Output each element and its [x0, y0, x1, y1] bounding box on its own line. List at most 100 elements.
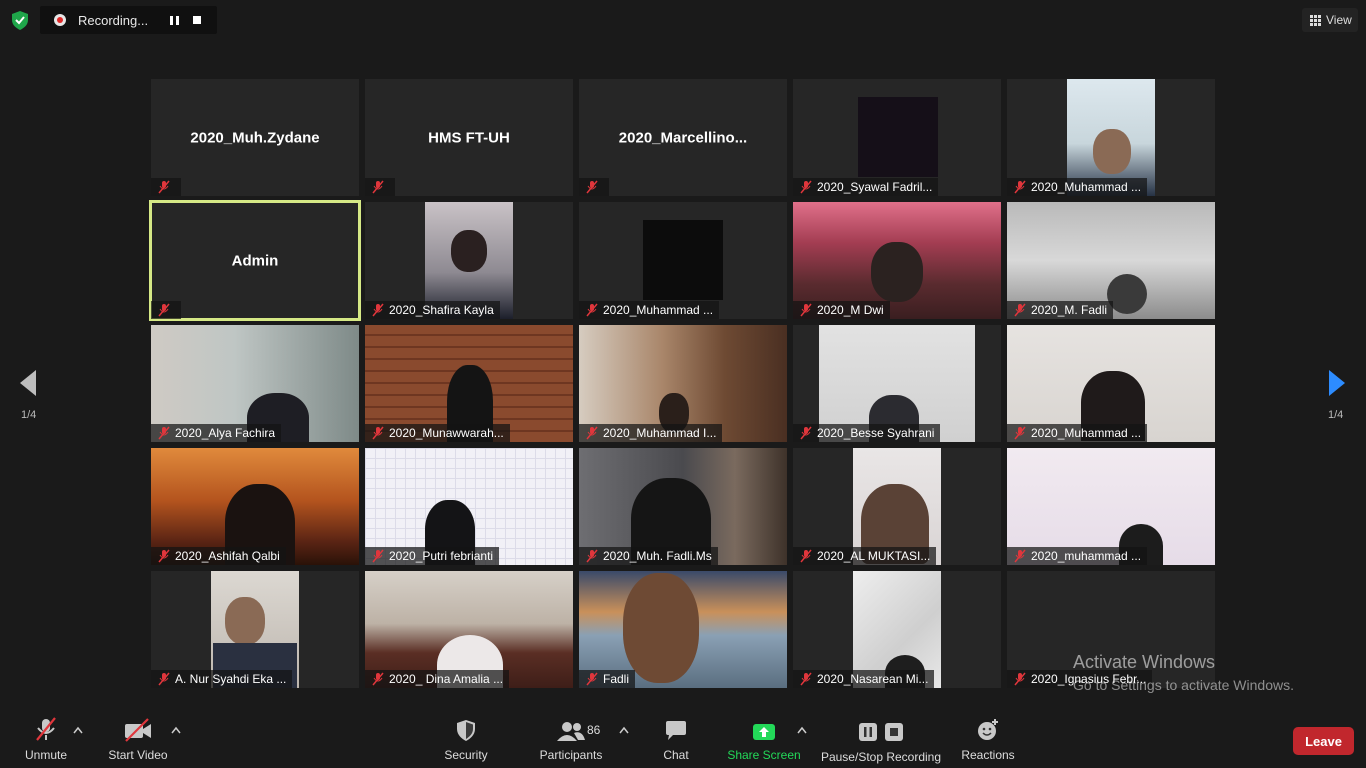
participant-name-tag: 2020_Besse Syahrani	[793, 424, 941, 442]
participant-tile[interactable]: 2020_Muhammad ...	[1007, 79, 1215, 196]
pause-recording-icon[interactable]	[167, 13, 181, 27]
participant-tile[interactable]: 2020_Munawwarah...	[365, 325, 573, 442]
muted-mic-icon	[158, 426, 170, 440]
chevron-up-icon[interactable]	[619, 726, 629, 734]
view-button[interactable]: View	[1302, 8, 1358, 32]
participant-center-name: 2020_Muh.Zydane	[190, 129, 320, 146]
previous-page-button[interactable]	[18, 368, 38, 403]
participant-name: Fadli	[603, 672, 630, 686]
video-feed	[858, 97, 938, 177]
chat-button[interactable]: Chat	[656, 708, 696, 768]
participant-tile[interactable]: HMS FT-UH	[365, 79, 573, 196]
start-video-label: Start Video	[108, 748, 168, 762]
arrow-left-icon	[20, 370, 36, 396]
muted-mic-icon	[1014, 672, 1026, 686]
participant-tile[interactable]: 2020_Muhammad ...	[579, 202, 787, 319]
activate-windows-title: Activate Windows	[1073, 652, 1216, 672]
participant-name: 2020_Muhammad I...	[603, 426, 717, 440]
next-page-button[interactable]	[1327, 368, 1347, 403]
muted-mic-icon	[1014, 303, 1026, 317]
participant-name: 2020_ Dina Amalia ...	[389, 672, 504, 686]
smiley-plus-icon	[978, 719, 998, 740]
reactions-button[interactable]: Reactions	[958, 708, 1018, 768]
start-video-button[interactable]: Start Video	[105, 708, 171, 768]
participant-name-tag: 2020_Muhammad ...	[579, 301, 720, 319]
participant-tile[interactable]: 2020_Muhammad I...	[579, 325, 787, 442]
participant-tile[interactable]: 2020_Syawal Fadril...	[793, 79, 1001, 196]
muted-mic-icon	[158, 672, 170, 686]
participant-name: 2020_AL MUKTASI...	[817, 549, 931, 563]
participant-tile[interactable]: 2020_M Dwi	[793, 202, 1001, 319]
participant-tile-active-speaker[interactable]: Admin	[149, 200, 361, 321]
participant-tile[interactable]: 2020_Ashifah Qalbi	[151, 448, 359, 565]
participants-button[interactable]: Participants	[538, 708, 604, 768]
participant-name: 2020_Muh. Fadli.Ms	[603, 549, 712, 563]
participant-tile[interactable]: 2020_Putri febrianti	[365, 448, 573, 565]
muted-mic-icon	[586, 303, 598, 317]
video-gallery: 2020_Muh.Zydane HMS FT-UH 2020_Marcellin…	[149, 79, 1215, 688]
muted-mic-icon	[586, 549, 598, 563]
participant-tile[interactable]: 2020_AL MUKTASI...	[793, 448, 1001, 565]
chat-icon	[666, 721, 686, 740]
pause-stop-recording-button[interactable]: Pause/Stop Recording	[820, 708, 942, 768]
participant-tile[interactable]: 2020_Besse Syahrani	[793, 325, 1001, 442]
share-screen-label: Share Screen	[727, 748, 801, 762]
leave-button[interactable]: Leave	[1293, 727, 1354, 755]
share-screen-button[interactable]: Share Screen	[727, 708, 801, 768]
muted-mic-icon	[158, 549, 170, 563]
mic-muted-icon	[36, 717, 56, 741]
unmute-label: Unmute	[24, 748, 68, 762]
security-shield-icon[interactable]	[9, 9, 31, 31]
participant-tile[interactable]: 2020_Marcellino...	[579, 79, 787, 196]
participant-tile[interactable]: Fadli	[579, 571, 787, 688]
chevron-up-icon[interactable]	[73, 726, 83, 734]
participant-name: 2020_Besse Syahrani	[817, 426, 935, 440]
participant-name: 2020_M Dwi	[817, 303, 884, 317]
participant-tile[interactable]: 2020_ Dina Amalia ...	[365, 571, 573, 688]
participant-tile[interactable]: 2020_Muh.Zydane	[151, 79, 359, 196]
video-feed	[643, 220, 723, 300]
participant-name-tag: 2020_Ashifah Qalbi	[151, 547, 286, 565]
muted-mic-icon	[372, 303, 384, 317]
participant-tile[interactable]: A. Nur Syahdi Eka ...	[151, 571, 359, 688]
participant-name: 2020_Munawwarah...	[389, 426, 504, 440]
recording-indicator: Recording...	[40, 6, 217, 34]
muted-mic-icon	[372, 549, 384, 563]
participant-name: 2020_M. Fadli	[1031, 303, 1108, 317]
chat-label: Chat	[663, 748, 689, 762]
muted-mic-icon	[372, 672, 384, 686]
video-feed-face	[451, 230, 487, 272]
page-indicator-left: 1/4	[21, 409, 37, 421]
participant-tile[interactable]: 2020_Shafira Kayla	[365, 202, 573, 319]
reactions-label: Reactions	[961, 748, 1015, 762]
muted-mic-icon	[372, 426, 384, 440]
participant-name-tag	[151, 301, 181, 319]
view-label: View	[1326, 13, 1352, 27]
participant-name-tag: 2020_Shafira Kayla	[365, 301, 500, 319]
stop-recording-icon[interactable]	[193, 16, 201, 24]
chevron-up-icon[interactable]	[171, 726, 181, 734]
participant-name-tag	[365, 178, 395, 196]
muted-mic-icon	[372, 180, 384, 194]
participant-name-tag: 2020_muhammad ...	[1007, 547, 1148, 565]
participant-tile[interactable]: 2020_M. Fadli	[1007, 202, 1215, 319]
unmute-button[interactable]: Unmute	[22, 708, 70, 768]
muted-mic-icon	[800, 672, 812, 686]
participant-name: 2020_Putri febrianti	[389, 549, 494, 563]
participant-tile[interactable]: 2020_Muhammad ...	[1007, 325, 1215, 442]
participant-tile[interactable]: 2020_Alya Fachira	[151, 325, 359, 442]
page-indicator-right: 1/4	[1328, 409, 1344, 421]
participant-tile[interactable]: 2020_Muh. Fadli.Ms	[579, 448, 787, 565]
chevron-up-icon[interactable]	[797, 726, 807, 734]
participant-tile[interactable]: 2020_Nasarean Mi...	[793, 571, 1001, 688]
muted-mic-icon	[1014, 549, 1026, 563]
participant-name-tag: Fadli	[579, 670, 636, 688]
security-button[interactable]: Security	[440, 708, 492, 768]
participant-name-tag: 2020_ Dina Amalia ...	[365, 670, 510, 688]
share-screen-icon	[753, 724, 775, 740]
shield-icon	[457, 720, 475, 741]
participant-name: 2020_Alya Fachira	[175, 426, 276, 440]
participant-name: 2020_Muhammad ...	[603, 303, 714, 317]
arrow-right-icon	[1329, 370, 1345, 396]
participant-tile[interactable]: 2020_muhammad ...	[1007, 448, 1215, 565]
